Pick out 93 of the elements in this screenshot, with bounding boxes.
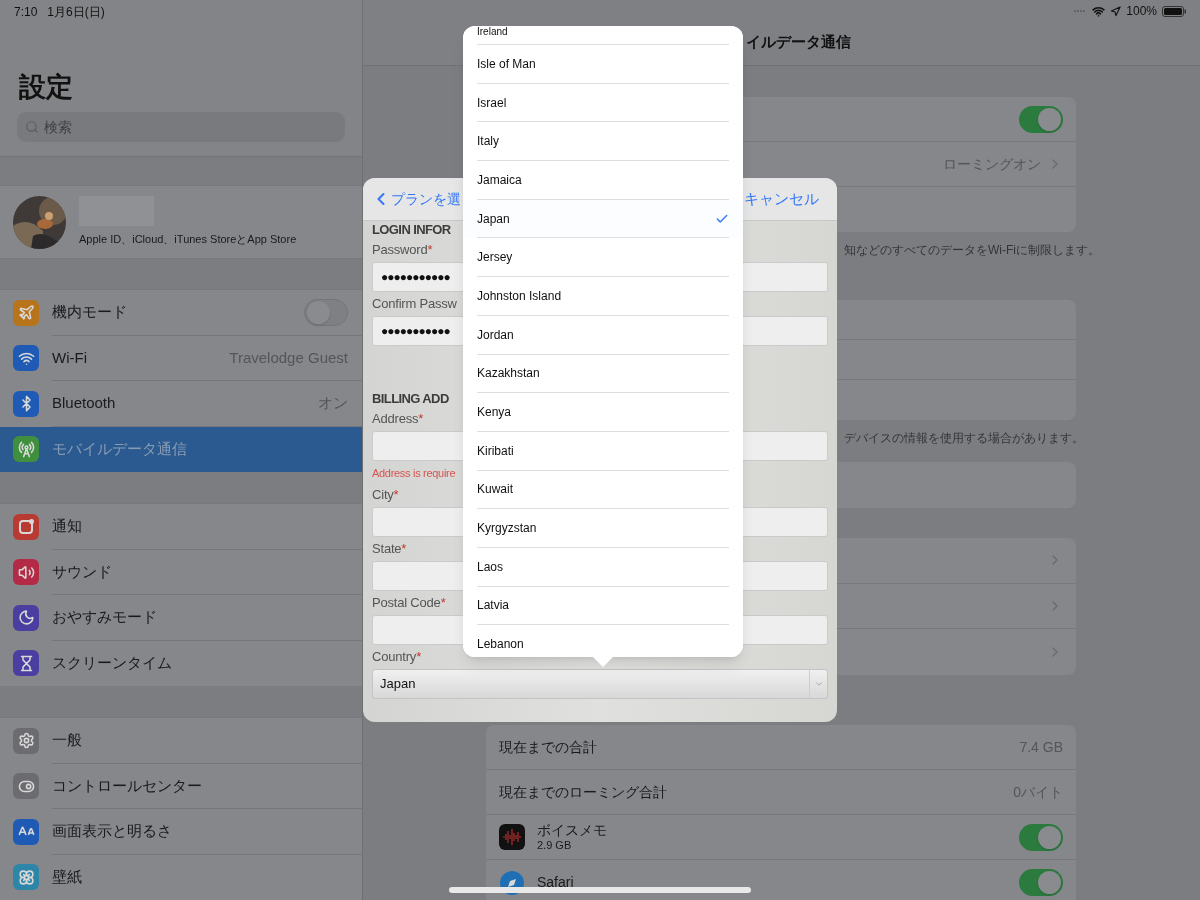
moon-icon (13, 604, 39, 631)
country-option[interactable]: Kenya (463, 393, 743, 432)
toggle-switch[interactable] (1019, 823, 1063, 851)
country-option[interactable]: Kiribati (463, 431, 743, 471)
country-option[interactable]: Johnston Island (463, 277, 743, 316)
settings-item[interactable]: 一般 (0, 718, 362, 764)
page-title: 設定 (19, 70, 73, 104)
waveform-icon (499, 824, 525, 851)
settings-item[interactable]: サウンド (0, 549, 362, 595)
row-subtitle: 2.9 GB (537, 839, 573, 853)
country-select[interactable]: Japan (372, 669, 828, 699)
required-asterisk: * (416, 648, 422, 667)
wifi-icon (1092, 4, 1106, 18)
item-label: Bluetooth (52, 393, 116, 413)
status-date: 1月6日(日) (47, 4, 105, 21)
item-label: 画面表示と明るさ (52, 821, 172, 841)
search-placeholder: 検索 (44, 117, 72, 137)
text-size-icon (13, 818, 39, 845)
country-option[interactable]: Israel (463, 83, 743, 123)
item-label: サウンド (52, 561, 112, 582)
settings-item[interactable]: 通知 (0, 504, 362, 550)
field-label: Address (372, 410, 419, 429)
home-indicator[interactable] (449, 887, 751, 893)
country-option[interactable]: Ireland (463, 26, 743, 45)
field-label: City (372, 486, 394, 505)
airplane-icon (13, 299, 39, 326)
settings-icon (13, 727, 39, 754)
item-label: スクリーンタイム (52, 653, 172, 673)
settings-item[interactable]: コントロールセンター (0, 763, 362, 809)
country-option[interactable]: Japan (463, 199, 743, 239)
profile-row[interactable]: Apple ID、iCloud、iTunes StoreとApp Store (0, 185, 362, 259)
switches-icon (13, 773, 39, 800)
field-label: Postal Code (372, 594, 441, 613)
search-icon (25, 120, 39, 134)
field-label: Password (372, 241, 428, 260)
country-option[interactable]: Laos (463, 547, 743, 587)
group-footer: デバイスの情報を使用する場合があります。 (844, 431, 1084, 445)
row-label: 現在までの合計 (499, 738, 597, 756)
country-option[interactable]: Latvia (463, 586, 743, 626)
field-label: Country (372, 648, 417, 667)
row-label: 現在までのローミング合計 (499, 783, 667, 801)
hourglass-icon (13, 650, 39, 677)
flower-icon (13, 864, 39, 891)
country-option[interactable]: Kazakhstan (463, 354, 743, 394)
antenna-icon (13, 436, 39, 463)
location-icon (1110, 5, 1122, 17)
group-footer: 知などのすべてのデータをWi-Fiに制限します。 (844, 243, 1100, 257)
wifi-icon (13, 345, 39, 372)
popover-pointer (592, 656, 614, 667)
settings-item[interactable]: 壁紙 (0, 854, 362, 900)
item-label: 通知 (52, 516, 82, 536)
row-label: Safari (537, 874, 574, 892)
required-asterisk: * (393, 486, 399, 505)
settings-item[interactable]: スクリーンタイム (0, 640, 362, 686)
notifications-icon (13, 513, 39, 540)
speaker-icon (13, 559, 39, 586)
country-option[interactable]: Italy (463, 122, 743, 162)
item-label: 壁紙 (52, 867, 82, 887)
toggle-switch[interactable] (304, 298, 348, 326)
status-time: 7:10 (14, 4, 38, 21)
item-label: モバイルデータ通信 (52, 439, 187, 459)
country-option[interactable]: Jordan (463, 315, 743, 355)
country-option[interactable]: Kyrgyzstan (463, 509, 743, 548)
battery-percentage: 100% (1126, 3, 1157, 20)
section-heading: BILLING ADD (372, 390, 449, 407)
country-option[interactable]: Isle of Man (463, 45, 743, 84)
section-heading: LOGIN INFOR (372, 221, 451, 238)
page-title: イルデータ通信 (746, 33, 851, 50)
row-label: ボイスメモ (537, 822, 607, 840)
bluetooth-icon (13, 390, 39, 417)
required-asterisk: * (427, 241, 433, 260)
field-label: Confirm Passw (372, 295, 457, 314)
field-label: State (372, 540, 402, 559)
country-option[interactable]: Kuwait (463, 470, 743, 510)
required-asterisk: * (440, 594, 446, 613)
settings-item[interactable]: 画面表示と明るさ (0, 809, 362, 855)
profile-subtitle: Apple ID、iCloud、iTunes StoreとApp Store (79, 232, 297, 248)
required-asterisk: * (418, 410, 424, 429)
required-asterisk: * (401, 540, 407, 559)
item-label: コントロールセンター (52, 775, 202, 796)
caret-icon (813, 679, 824, 689)
item-label: 機内モード (52, 302, 127, 322)
settings-item[interactable]: 機内モード (0, 290, 362, 336)
toggle-switch[interactable] (1019, 105, 1063, 133)
country-option[interactable]: Jersey (463, 238, 743, 278)
item-label: Wi-Fi (52, 347, 87, 368)
settings-item[interactable]: おやすみモード (0, 595, 362, 641)
item-label: 一般 (52, 730, 82, 750)
item-label: おやすみモード (52, 607, 157, 627)
error-message: Address is require (372, 465, 456, 481)
battery-icon (1162, 5, 1186, 17)
country-option[interactable]: Jamaica (463, 161, 743, 200)
toggle-switch[interactable] (1019, 869, 1063, 897)
